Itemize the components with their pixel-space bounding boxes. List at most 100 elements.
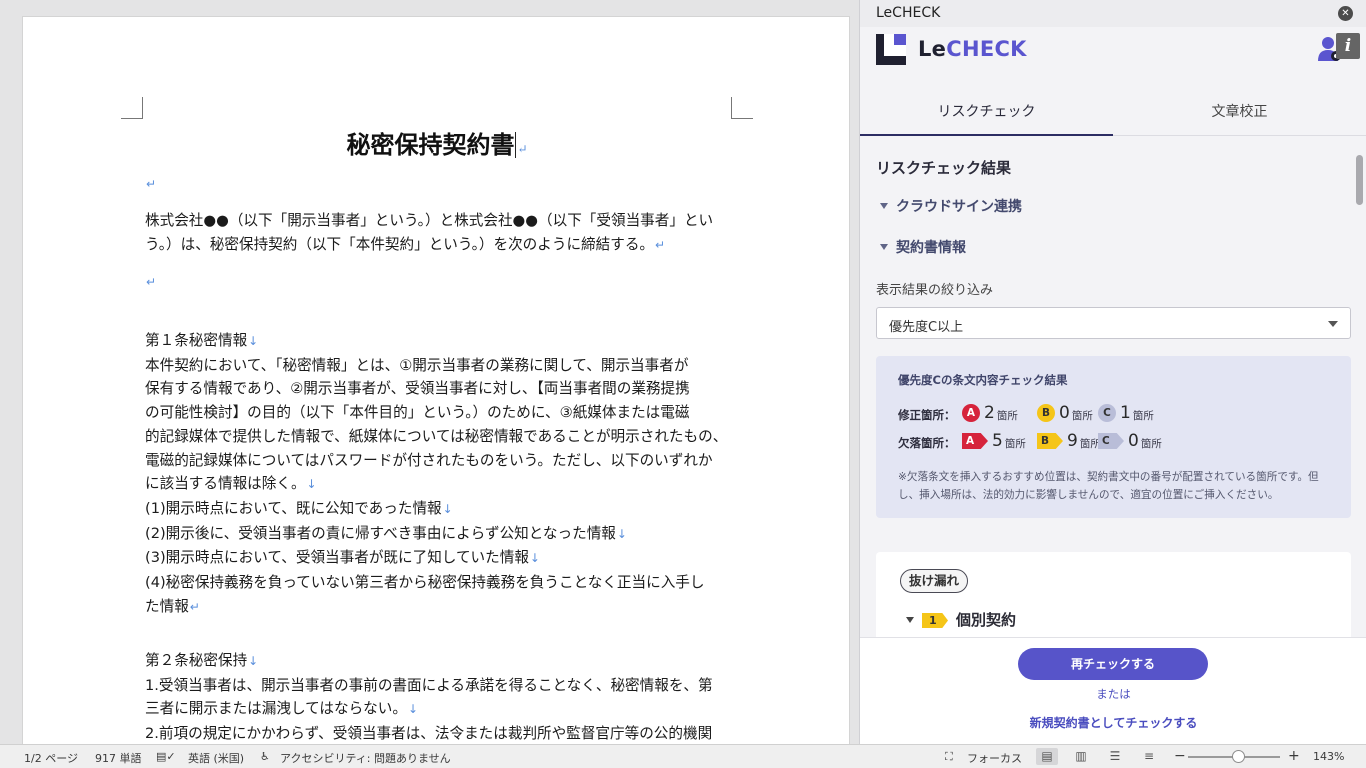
line-break-mark-icon: ↓ [442, 501, 453, 516]
document-line[interactable]: う。）は、秘密保持契約（以下「本件契約」という。）を次のように締結する。↵ [145, 233, 755, 258]
paragraph-mark-icon: ↵ [146, 275, 157, 289]
filter-label: 表示結果の絞り込み [876, 283, 994, 298]
correction-row: 修正箇所： A 2 箇所 B 0 箇所 C 1 箇所 [898, 403, 1338, 425]
correction-badge-b: B 0 箇所 [1037, 403, 1093, 425]
info-icon[interactable]: i [1336, 33, 1360, 59]
document-line[interactable]: 保有する情報であり、②開示当事者が、受領当事者に対し、【両当事者間の業務提携 [145, 377, 755, 401]
count-value: 1 [1120, 403, 1131, 423]
zoom-out-button[interactable]: − [1174, 748, 1186, 764]
focus-button[interactable]: フォーカス [967, 750, 1022, 766]
paragraph-mark-icon: ↵ [189, 599, 200, 614]
chevron-down-icon [1328, 321, 1338, 327]
document-line[interactable]: に該当する情報は除く。↓ [145, 472, 755, 497]
line-break-mark-icon: ↓ [306, 477, 317, 492]
correction-badge-a: A 2 箇所 [962, 403, 1018, 425]
document-page[interactable]: 秘密保持契約書 ↵ ↵ 株式会社●●（以下「開示当事者」という。）と株式会社●●（… [22, 16, 850, 744]
document-line[interactable]: の可能性検討】の目的（以下「本件目的」という。）のために、③紙媒体または電磁 [145, 401, 755, 425]
zoom-level[interactable]: 143% [1313, 750, 1344, 763]
word-count[interactable]: 917 単語 [95, 750, 142, 766]
tab-proofreading[interactable]: 文章校正 [1113, 90, 1366, 136]
omission-label: 欠落箇所： [898, 436, 956, 450]
pane-title-bar: LeCHECK ✕ [860, 0, 1366, 27]
document-line[interactable]: 株式会社●●（以下「開示当事者」という。）と株式会社●●（以下「受領当事者」とい [145, 209, 755, 233]
document-line[interactable]: 2.前項の規定にかかわらず、受領当事者は、法令または裁判所や監督官庁等の公的機関 [145, 722, 755, 744]
item-number-flag: 1 [922, 613, 948, 628]
document-line[interactable]: (2)開示後に、受領当事者の責に帰すべき事由によらず公知となった情報↓ [145, 522, 755, 547]
count-value: 9 [1067, 431, 1078, 451]
filter-selected-value: 優先度C以上 [889, 320, 964, 335]
recheck-button[interactable]: 再チェックする [1018, 648, 1208, 680]
close-icon[interactable]: ✕ [1338, 6, 1353, 21]
or-text: または [1096, 687, 1131, 701]
check-summary-box: 優先度Cの条文内容チェック結果 修正箇所： A 2 箇所 B 0 箇所 C 1 箇所 欠落箇所：… [876, 356, 1351, 518]
tab-risk-check[interactable]: リスクチェック [860, 90, 1113, 136]
count-unit: 箇所 [1140, 437, 1162, 450]
new-contract-check-link[interactable]: 新規契約書としてチェックする [860, 714, 1366, 731]
grade-c-icon: C [1098, 433, 1124, 449]
count-value: 5 [992, 431, 1003, 451]
zoom-slider-thumb[interactable] [1232, 750, 1245, 763]
count-value: 0 [1059, 403, 1070, 423]
correction-label: 修正箇所： [898, 408, 956, 422]
crop-mark-top-right [731, 97, 753, 119]
triangle-down-icon [880, 203, 888, 209]
correction-badge-c: C 1 箇所 [1098, 403, 1154, 425]
document-title[interactable]: 秘密保持契約書 ↵ [23, 125, 851, 160]
document-area: 秘密保持契約書 ↵ ↵ 株式会社●●（以下「開示当事者」という。）と株式会社●●（… [0, 0, 859, 744]
article-2-heading[interactable]: 第２条秘密保持↓ [145, 649, 755, 674]
article-1-heading[interactable]: 第１条秘密情報↓ [145, 329, 755, 354]
result-card: 抜け漏れ 1 個別契約 [876, 552, 1351, 642]
draft-view-icon[interactable]: ≡ [1138, 748, 1160, 765]
contract-info-section-toggle[interactable]: 契約書情報 [880, 237, 966, 257]
preamble-paragraph[interactable]: 株式会社●●（以下「開示当事者」という。）と株式会社●●（以下「受領当事者」とい… [145, 209, 755, 257]
grade-c-icon: C [1098, 404, 1116, 422]
count-value: 2 [984, 403, 995, 423]
status-bar: 1/2 ページ 917 単語 ▤✓ 英語 (米国) ♿ アクセシビリティ: 問題… [0, 744, 1366, 768]
document-line[interactable]: 三者に開示または漏洩してはならない。↓ [145, 697, 755, 722]
zoom-in-button[interactable]: + [1288, 748, 1300, 764]
document-line[interactable]: た情報↵ [145, 595, 755, 620]
triangle-down-icon [906, 617, 914, 623]
pane-title: LeCHECK [876, 5, 941, 21]
grade-b-icon: B [1037, 433, 1063, 449]
crop-mark-top-left [121, 97, 143, 119]
priority-filter-select[interactable]: 優先度C以上 [876, 307, 1351, 339]
accessibility-status[interactable]: アクセシビリティ: 問題ありません [280, 750, 451, 766]
line-break-mark-icon: ↓ [407, 702, 419, 717]
pane-scrollbar[interactable] [1356, 155, 1363, 205]
line-break-mark-icon: ↓ [616, 526, 627, 541]
omission-badge-c: C 0 箇所 [1098, 431, 1162, 453]
document-line[interactable]: (3)開示時点において、受領当事者が既に了知していた情報↓ [145, 546, 755, 571]
result-item-toggle[interactable]: 1 個別契約 [906, 609, 1016, 630]
paragraph-mark-icon: ↵ [655, 237, 666, 252]
language-indicator[interactable]: 英語 (米国) [188, 750, 244, 766]
document-line[interactable]: 1.受領当事者は、開示当事者の事前の書面による承諾を得ることなく、秘密情報を、第 [145, 674, 755, 698]
page-count[interactable]: 1/2 ページ [24, 750, 78, 766]
item-label: 個別契約 [956, 611, 1017, 629]
document-line[interactable]: 本件契約において、「秘密情報」とは、①開示当事者の業務に関して、開示当事者が [145, 354, 755, 378]
document-title-text[interactable]: 秘密保持契約書 [346, 130, 514, 159]
line-break-mark-icon: ↓ [248, 654, 259, 668]
focus-icon[interactable]: ⛶ [945, 750, 953, 764]
pane-action-footer: 再チェックする または 新規契約書としてチェックする [860, 637, 1366, 744]
line-break-mark-icon: ↓ [529, 551, 540, 566]
article-1[interactable]: 第１条秘密情報↓ 本件契約において、「秘密情報」とは、①開示当事者の業務に関して、… [145, 329, 755, 619]
document-line[interactable]: 的記録媒体で提供した情報で、紙媒体については秘密情報であることが明示されたもの、 [145, 425, 755, 449]
omission-badge-b: B 9 箇所 [1037, 431, 1101, 453]
document-line[interactable]: 電磁的記録媒体についてはパスワードが付されたものをいう。ただし、以下のいずれか [145, 449, 755, 473]
cloudsign-section-toggle[interactable]: クラウドサイン連携 [880, 196, 1022, 216]
document-line[interactable]: (1)開示時点において、既に公知であった情報↓ [145, 497, 755, 522]
count-value: 0 [1128, 431, 1139, 451]
grade-b-icon: B [1037, 404, 1055, 422]
outline-view-icon[interactable]: ☰ [1104, 748, 1126, 765]
article-2[interactable]: 第２条秘密保持↓ 1.受領当事者は、開示当事者の事前の書面による承諾を得ることなく… [145, 649, 755, 744]
grade-a-icon: A [962, 404, 980, 422]
web-layout-view-icon[interactable]: ▥ [1070, 748, 1092, 765]
brand-name-check: CHECK [946, 37, 1027, 61]
omission-tag: 抜け漏れ [900, 569, 969, 593]
count-unit: 箇所 [996, 409, 1018, 422]
document-line[interactable]: (4)秘密保持義務を負っていない第三者から秘密保持義務を負うことなく正当に入手し [145, 571, 755, 595]
accessibility-icon: ♿ [260, 750, 270, 763]
proofing-icon[interactable]: ▤✓ [156, 750, 176, 763]
print-layout-view-icon[interactable]: ▤ [1036, 748, 1058, 765]
